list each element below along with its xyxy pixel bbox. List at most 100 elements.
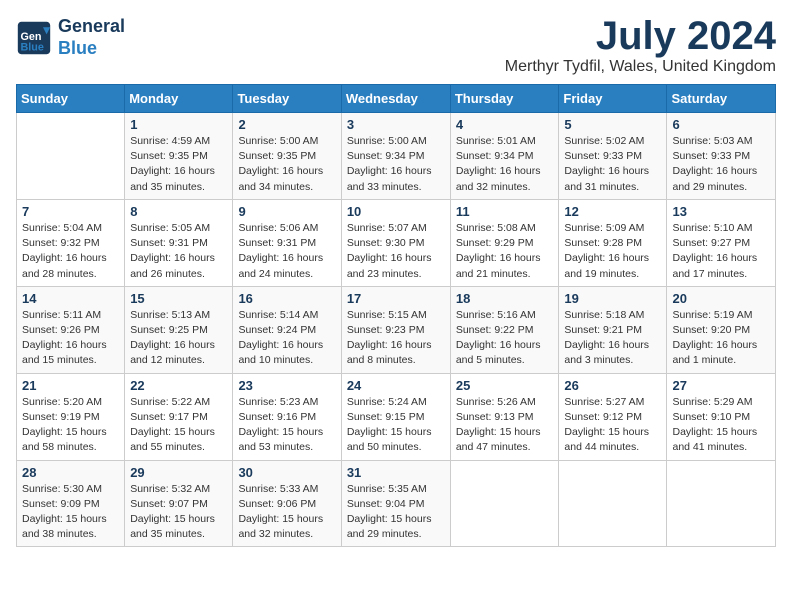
day-number: 17 [347,291,445,306]
day-number: 5 [564,117,661,132]
day-cell: 26 Sunrise: 5:27 AM Sunset: 9:12 PM Dayli… [559,373,667,460]
logo-blue: Blue [58,38,97,58]
day-detail: Sunrise: 5:00 AM Sunset: 9:35 PM Dayligh… [238,134,335,195]
day-detail: Sunrise: 5:06 AM Sunset: 9:31 PM Dayligh… [238,221,335,282]
page-header: Gen Blue General Blue July 2024 Merthyr … [16,16,776,76]
day-cell: 10Sunrise: 5:07 AM Sunset: 9:30 PM Dayli… [341,199,450,286]
day-number: 6 [672,117,770,132]
day-cell: 19Sunrise: 5:18 AM Sunset: 9:21 PM Dayli… [559,286,667,373]
day-cell [559,460,667,547]
day-detail: Sunrise: 5:04 AM Sunset: 9:32 PM Dayligh… [22,221,119,282]
day-number: 27 [672,378,770,393]
week-row-5: 28 Sunrise: 5:30 AM Sunset: 9:09 PM Dayli… [17,460,776,547]
day-number: 19 [564,291,661,306]
day-detail: Sunrise: 5:08 AM Sunset: 9:29 PM Dayligh… [456,221,554,282]
day-detail: Sunrise: 5:24 AM Sunset: 9:15 PM Dayligh… [347,395,445,456]
week-row-2: 7 Sunrise: 5:04 AM Sunset: 9:32 PM Daylig… [17,199,776,286]
day-cell: 14 Sunrise: 5:11 AM Sunset: 9:26 PM Dayli… [17,286,125,373]
day-detail: Sunrise: 5:23 AM Sunset: 9:16 PM Dayligh… [238,395,335,456]
day-number: 10 [347,204,445,219]
day-cell: 23 Sunrise: 5:23 AM Sunset: 9:16 PM Dayli… [233,373,341,460]
day-number: 29 [130,465,227,480]
day-number: 8 [130,204,227,219]
day-number: 28 [22,465,119,480]
day-detail: Sunrise: 5:01 AM Sunset: 9:34 PM Dayligh… [456,134,554,195]
location-text: Merthyr Tydfil, Wales, United Kingdom [505,58,776,76]
logo-general: General [58,16,125,36]
day-number: 18 [456,291,554,306]
day-number: 15 [130,291,227,306]
day-cell: 8 Sunrise: 5:05 AM Sunset: 9:31 PM Daylig… [125,199,233,286]
day-number: 12 [564,204,661,219]
day-number: 26 [564,378,661,393]
month-title: July 2024 [505,16,776,56]
day-cell [17,113,125,200]
col-header-tuesday: Tuesday [233,85,341,113]
day-detail: Sunrise: 4:59 AM Sunset: 9:35 PM Dayligh… [130,134,227,195]
logo-icon: Gen Blue [16,20,52,56]
day-detail: Sunrise: 5:27 AM Sunset: 9:12 PM Dayligh… [564,395,661,456]
day-number: 2 [238,117,335,132]
day-cell: 25Sunrise: 5:26 AM Sunset: 9:13 PM Dayli… [450,373,559,460]
day-cell: 22Sunrise: 5:22 AM Sunset: 9:17 PM Dayli… [125,373,233,460]
day-cell: 7 Sunrise: 5:04 AM Sunset: 9:32 PM Daylig… [17,199,125,286]
day-detail: Sunrise: 5:09 AM Sunset: 9:28 PM Dayligh… [564,221,661,282]
day-number: 7 [22,204,119,219]
day-cell: 13Sunrise: 5:10 AM Sunset: 9:27 PM Dayli… [667,199,776,286]
day-detail: Sunrise: 5:33 AM Sunset: 9:06 PM Dayligh… [238,482,335,543]
col-header-wednesday: Wednesday [341,85,450,113]
day-cell [450,460,559,547]
day-cell: 5Sunrise: 5:02 AM Sunset: 9:33 PM Daylig… [559,113,667,200]
day-cell: 4 Sunrise: 5:01 AM Sunset: 9:34 PM Daylig… [450,113,559,200]
day-detail: Sunrise: 5:14 AM Sunset: 9:24 PM Dayligh… [238,308,335,369]
day-number: 23 [238,378,335,393]
day-number: 16 [238,291,335,306]
header-row: SundayMondayTuesdayWednesdayThursdayFrid… [17,85,776,113]
logo: Gen Blue General Blue [16,16,125,59]
day-number: 1 [130,117,227,132]
day-cell: 18 Sunrise: 5:16 AM Sunset: 9:22 PM Dayli… [450,286,559,373]
day-cell: 11 Sunrise: 5:08 AM Sunset: 9:29 PM Dayli… [450,199,559,286]
day-number: 24 [347,378,445,393]
col-header-friday: Friday [559,85,667,113]
day-cell: 2 Sunrise: 5:00 AM Sunset: 9:35 PM Daylig… [233,113,341,200]
day-number: 25 [456,378,554,393]
week-row-4: 21Sunrise: 5:20 AM Sunset: 9:19 PM Dayli… [17,373,776,460]
day-cell: 16 Sunrise: 5:14 AM Sunset: 9:24 PM Dayli… [233,286,341,373]
day-cell: 24 Sunrise: 5:24 AM Sunset: 9:15 PM Dayli… [341,373,450,460]
day-number: 11 [456,204,554,219]
day-detail: Sunrise: 5:00 AM Sunset: 9:34 PM Dayligh… [347,134,445,195]
day-number: 20 [672,291,770,306]
day-cell: 21Sunrise: 5:20 AM Sunset: 9:19 PM Dayli… [17,373,125,460]
day-cell: 29Sunrise: 5:32 AM Sunset: 9:07 PM Dayli… [125,460,233,547]
day-detail: Sunrise: 5:30 AM Sunset: 9:09 PM Dayligh… [22,482,119,543]
col-header-saturday: Saturday [667,85,776,113]
day-cell: 28 Sunrise: 5:30 AM Sunset: 9:09 PM Dayli… [17,460,125,547]
day-cell: 12 Sunrise: 5:09 AM Sunset: 9:28 PM Dayli… [559,199,667,286]
day-number: 3 [347,117,445,132]
day-number: 9 [238,204,335,219]
day-cell: 9 Sunrise: 5:06 AM Sunset: 9:31 PM Daylig… [233,199,341,286]
day-number: 4 [456,117,554,132]
day-detail: Sunrise: 5:16 AM Sunset: 9:22 PM Dayligh… [456,308,554,369]
day-number: 13 [672,204,770,219]
day-detail: Sunrise: 5:03 AM Sunset: 9:33 PM Dayligh… [672,134,770,195]
day-detail: Sunrise: 5:29 AM Sunset: 9:10 PM Dayligh… [672,395,770,456]
day-detail: Sunrise: 5:11 AM Sunset: 9:26 PM Dayligh… [22,308,119,369]
title-block: July 2024 Merthyr Tydfil, Wales, United … [505,16,776,76]
day-detail: Sunrise: 5:05 AM Sunset: 9:31 PM Dayligh… [130,221,227,282]
svg-text:Blue: Blue [21,41,44,53]
day-cell: 27 Sunrise: 5:29 AM Sunset: 9:10 PM Dayli… [667,373,776,460]
day-cell: 6 Sunrise: 5:03 AM Sunset: 9:33 PM Daylig… [667,113,776,200]
day-detail: Sunrise: 5:13 AM Sunset: 9:25 PM Dayligh… [130,308,227,369]
day-detail: Sunrise: 5:19 AM Sunset: 9:20 PM Dayligh… [672,308,770,369]
day-detail: Sunrise: 5:15 AM Sunset: 9:23 PM Dayligh… [347,308,445,369]
calendar-table: SundayMondayTuesdayWednesdayThursdayFrid… [16,84,776,547]
logo-text: General Blue [58,16,125,59]
day-number: 14 [22,291,119,306]
day-number: 31 [347,465,445,480]
day-number: 21 [22,378,119,393]
day-cell: 20 Sunrise: 5:19 AM Sunset: 9:20 PM Dayli… [667,286,776,373]
day-cell: 3 Sunrise: 5:00 AM Sunset: 9:34 PM Daylig… [341,113,450,200]
day-number: 22 [130,378,227,393]
